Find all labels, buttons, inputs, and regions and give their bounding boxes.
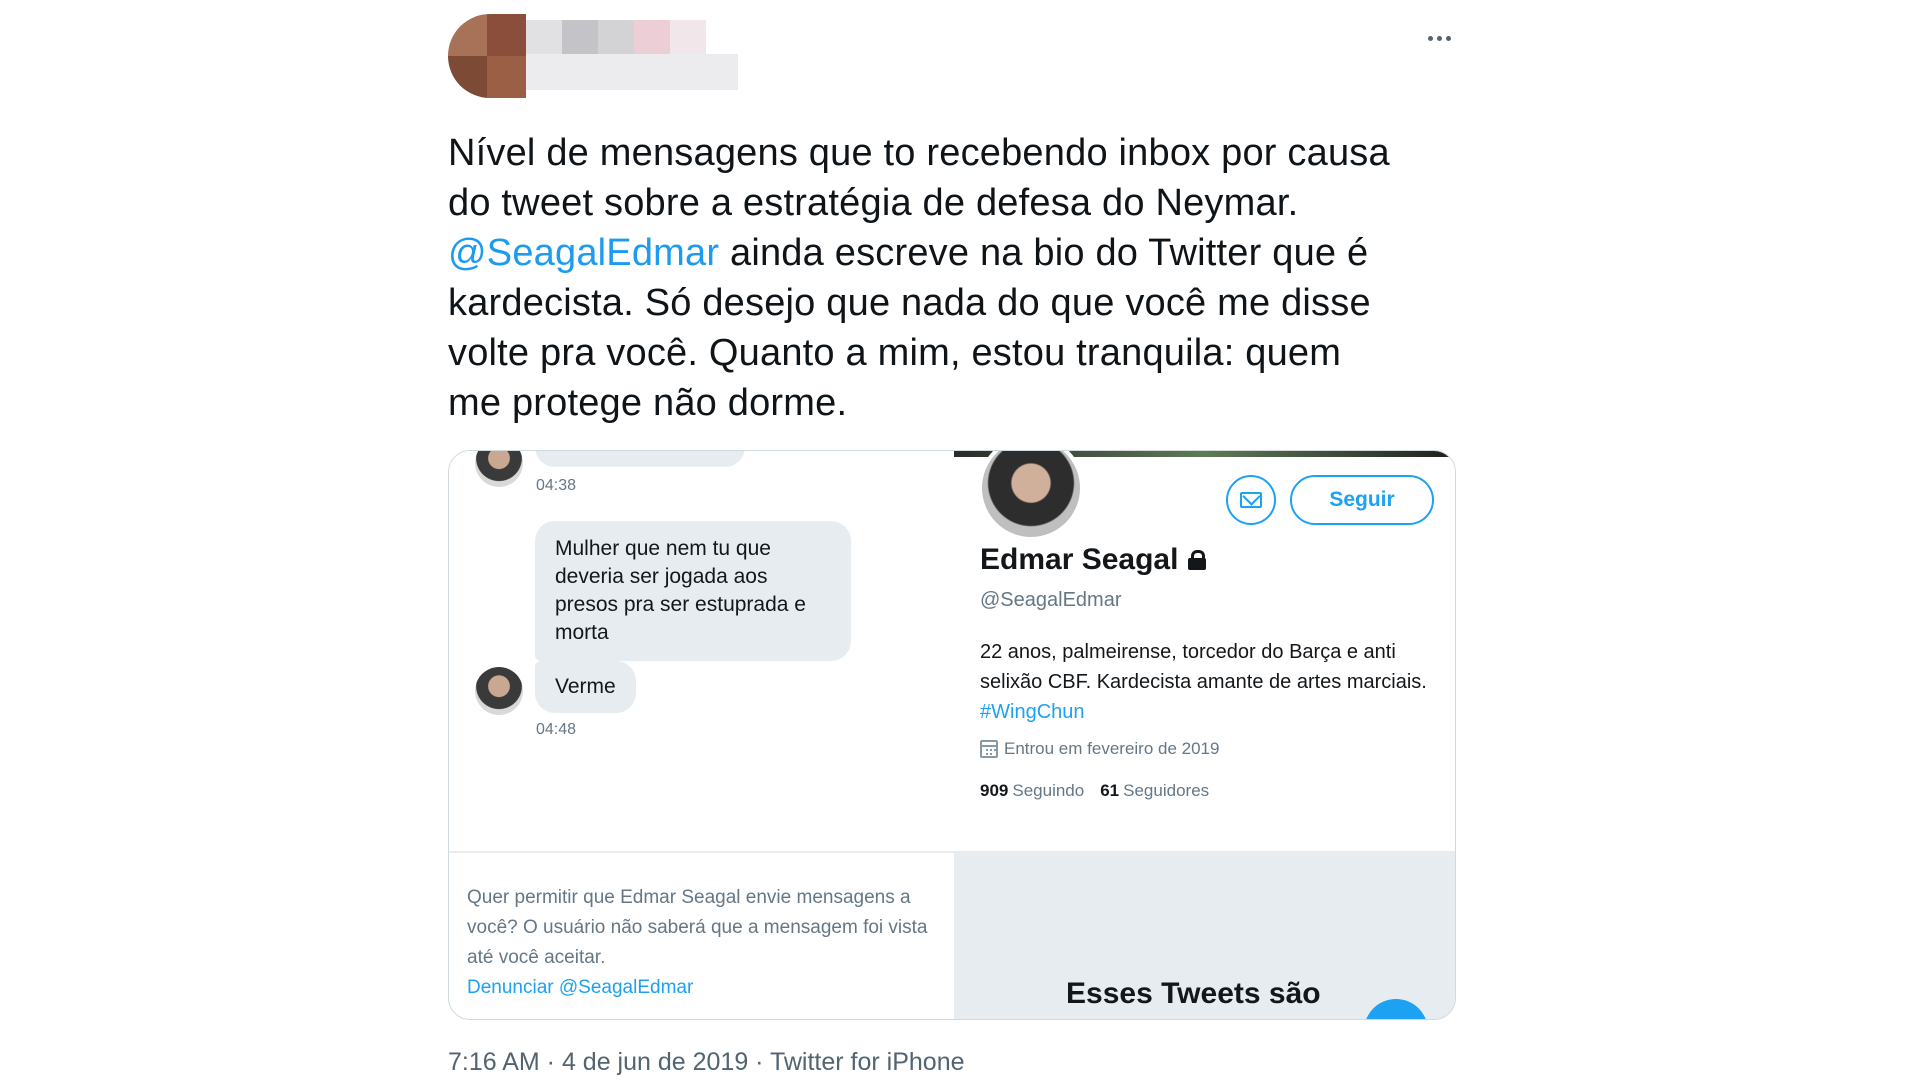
tweet-line-5: volte pra você. Quanto a mim, estou tran… <box>448 332 1342 374</box>
followers-label: Seguidores <box>1123 781 1210 800</box>
envelope-icon <box>1240 492 1262 508</box>
tweet-line-4: kardecista. Só desejo que nada do que vo… <box>448 282 1371 324</box>
tweet-image[interactable]: 04:38 Mulher que nem tu que deveria ser … <box>448 450 1456 1020</box>
author-avatar-blurred[interactable] <box>448 14 526 98</box>
sender-avatar <box>475 667 523 715</box>
profile-handle: @SeagalEdmar <box>980 589 1122 611</box>
protected-title: Esses Tweets são <box>1066 977 1321 1010</box>
profile-name-text: Edmar Seagal <box>980 543 1179 576</box>
tweet-line-3: @SeagalEdmar ainda escreve na bio do Twi… <box>448 228 1456 278</box>
profile-bio-text: 22 anos, palmeirense, torcedor do Barça … <box>980 641 1427 693</box>
joined-text: Entrou em fevereiro de 2019 <box>1004 739 1220 758</box>
protected-tweets-panel: Esses Tweets são <box>954 851 1455 1019</box>
profile-panel: Seguir Edmar Seagal @SeagalEdmar 22 anos… <box>954 451 1455 851</box>
tweet: Nível de mensagens que to recebendo inbo… <box>448 0 1456 1080</box>
tweet-line-6: me protege não dorme. <box>448 382 848 424</box>
dm-conversation: 04:38 Mulher que nem tu que deveria ser … <box>449 451 954 851</box>
following-stat[interactable]: 909 Seguindo <box>980 781 1084 801</box>
following-count: 909 <box>980 781 1009 800</box>
tweet-line-1: Nível de mensagens que to recebendo inbo… <box>448 132 1390 174</box>
sender-avatar <box>475 451 523 487</box>
profile-name: Edmar Seagal <box>980 543 1207 577</box>
report-link[interactable]: Denunciar @SeagalEdmar <box>467 973 693 1003</box>
more-options-icon[interactable] <box>1422 24 1456 52</box>
message-bubble-partial <box>535 451 745 467</box>
message-time: 04:48 <box>536 721 577 738</box>
mention-link[interactable]: @SeagalEdmar <box>448 232 719 274</box>
message-bubble: Mulher que nem tu que deveria ser jogada… <box>535 521 851 661</box>
message-time: 04:38 <box>536 477 577 494</box>
profile-avatar[interactable] <box>978 451 1084 541</box>
followers-count: 61 <box>1100 781 1120 800</box>
author-name-blurred[interactable] <box>526 20 706 54</box>
tweet-text: Nível de mensagens que to recebendo inbo… <box>448 128 1456 428</box>
message-bubble: Verme <box>535 661 636 713</box>
hashtag-link[interactable]: #WingChun <box>980 701 1085 723</box>
profile-joined: Entrou em fevereiro de 2019 <box>980 739 1219 759</box>
tweet-line-3-rest: ainda escreve na bio do Twitter que é <box>730 232 1369 274</box>
profile-bio: 22 anos, palmeirense, torcedor do Barça … <box>980 637 1440 727</box>
following-label: Seguindo <box>1012 781 1085 800</box>
profile-stats: 909 Seguindo 61 Seguidores <box>980 781 1209 801</box>
calendar-icon <box>980 740 998 758</box>
followers-stat[interactable]: 61 Seguidores <box>1100 781 1209 801</box>
message-button[interactable] <box>1226 475 1276 525</box>
follow-button[interactable]: Seguir <box>1290 475 1434 525</box>
compose-button[interactable] <box>1364 999 1428 1019</box>
author-handle-blurred <box>526 54 738 90</box>
message-request-text: Quer permitir que Edmar Seagal envie men… <box>467 887 928 968</box>
lock-icon <box>1188 550 1207 570</box>
message-request-notice: Quer permitir que Edmar Seagal envie men… <box>449 851 954 1019</box>
tweet-line-2: do tweet sobre a estratégia de defesa do… <box>448 182 1299 224</box>
tweet-meta[interactable]: 7:16 AM · 4 de jun de 2019 · Twitter for… <box>448 1048 965 1077</box>
